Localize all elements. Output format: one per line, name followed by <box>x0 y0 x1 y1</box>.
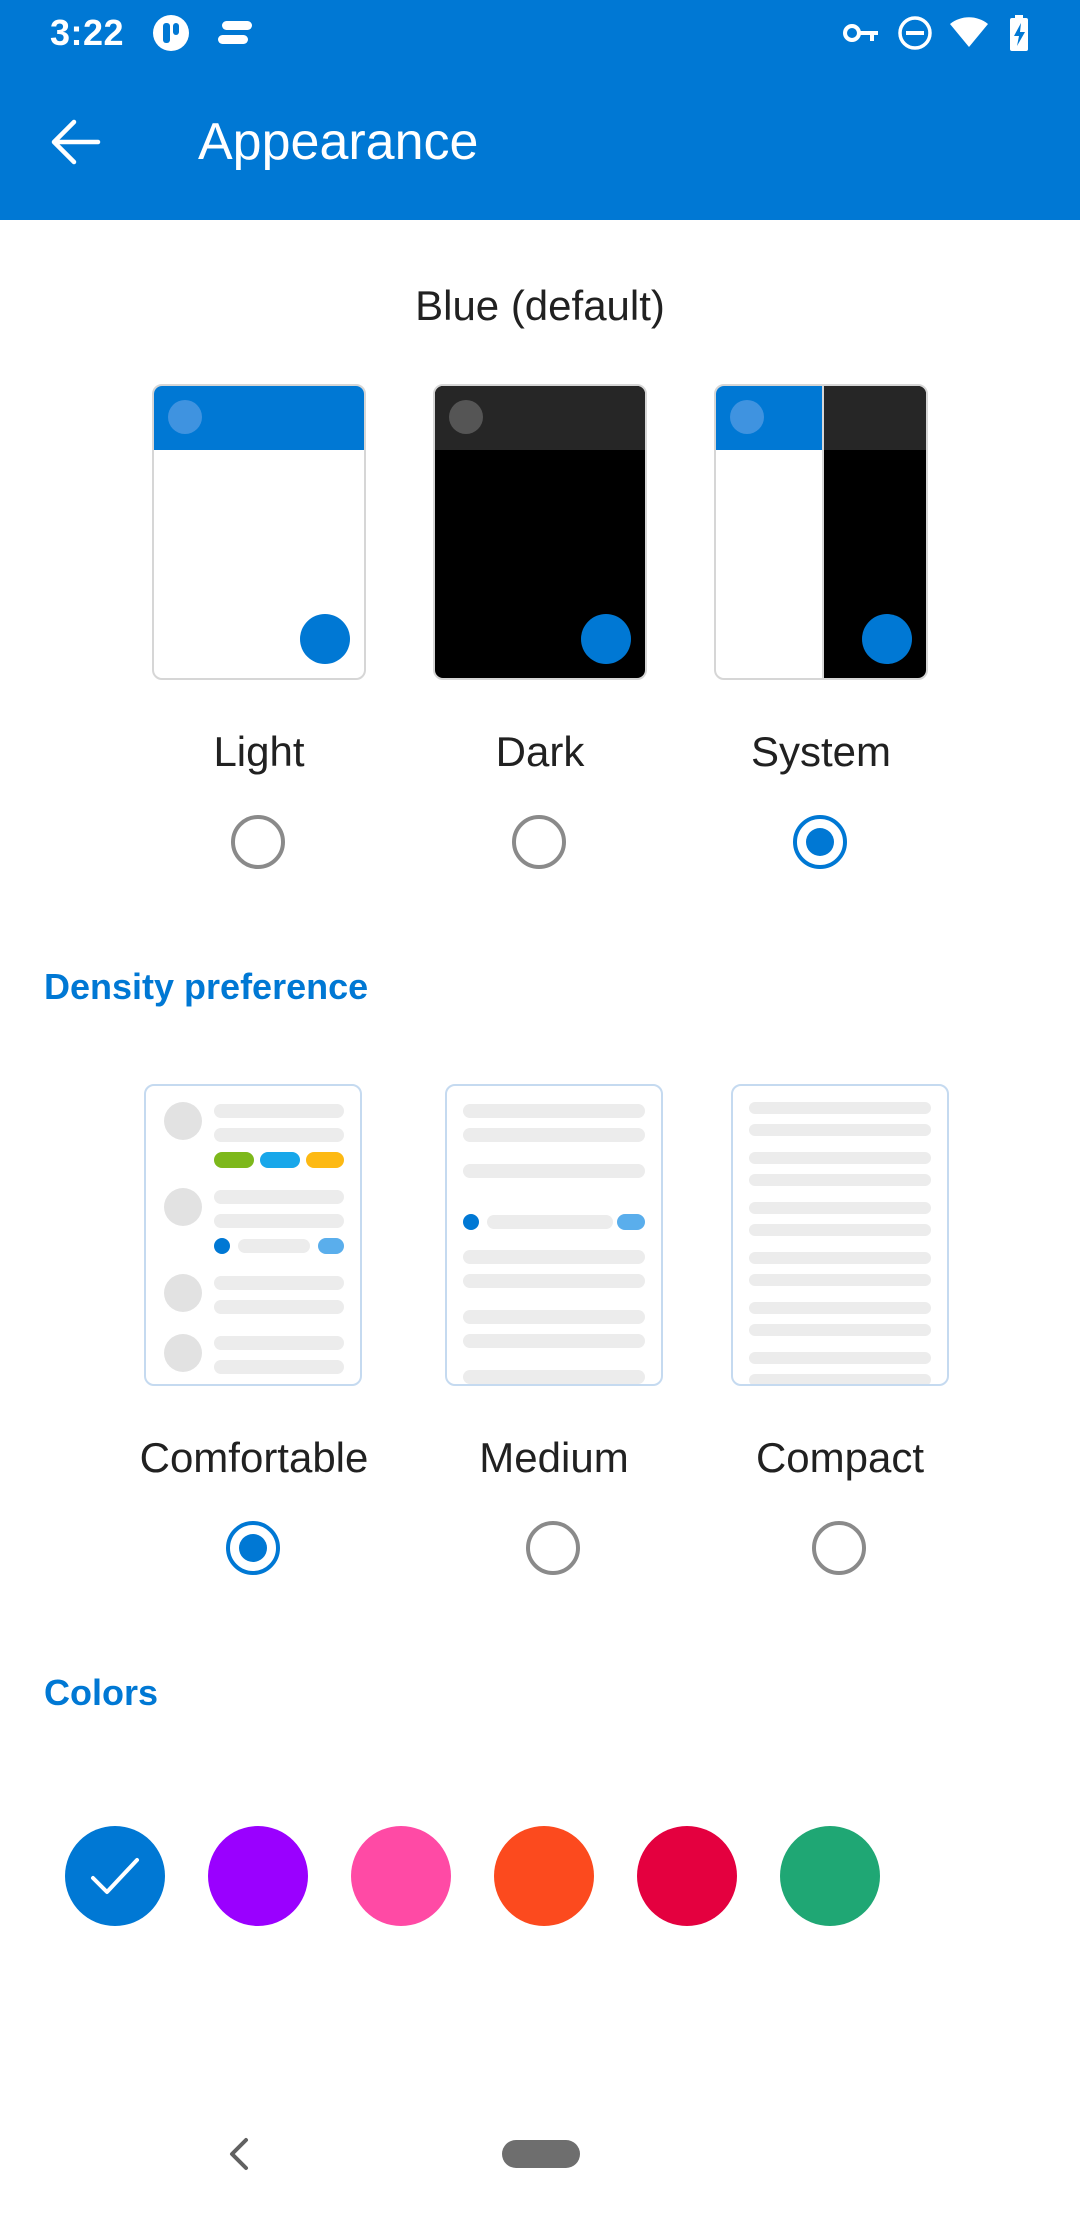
theme-preview-system[interactable] <box>714 384 928 680</box>
home-pill-icon[interactable] <box>502 2140 580 2168</box>
theme-radio-system[interactable] <box>793 815 847 869</box>
theme-label-system: System <box>750 728 892 775</box>
density-preview-compact[interactable] <box>731 1084 949 1386</box>
status-time: 3:22 <box>50 12 125 53</box>
preview-header-dark <box>824 386 926 450</box>
app-notification-icon-2 <box>218 21 252 44</box>
checkmark-icon <box>91 1858 139 1894</box>
app-notification-icon <box>153 15 189 51</box>
theme-title: Blue (default) <box>415 282 665 329</box>
preview-fab <box>300 614 350 664</box>
density-radio-comfortable[interactable] <box>226 1521 280 1575</box>
color-swatch-blue[interactable] <box>65 1826 165 1926</box>
app-header: 3:22 Appearance <box>0 0 1080 220</box>
theme-radio-dark[interactable] <box>512 815 566 869</box>
arrow-left-icon[interactable] <box>46 112 106 172</box>
battery-charging-icon <box>1010 15 1028 51</box>
color-swatch-pink[interactable] <box>351 1826 451 1926</box>
density-radio-compact[interactable] <box>812 1521 866 1575</box>
theme-label-dark: Dark <box>495 728 585 775</box>
preview-fab <box>862 614 912 664</box>
page-title: Appearance <box>198 113 479 171</box>
density-preview-medium[interactable] <box>445 1084 663 1386</box>
preview-fab <box>581 614 631 664</box>
density-label-compact: Compact <box>755 1434 925 1481</box>
vpn-key-icon <box>843 24 878 42</box>
density-radio-medium[interactable] <box>526 1521 580 1575</box>
colors-section-header: Colors <box>44 1672 159 1713</box>
preview-avatar <box>730 400 764 434</box>
wifi-icon <box>950 17 988 47</box>
density-preview-comfortable[interactable] <box>144 1084 362 1386</box>
theme-preview-dark[interactable] <box>433 384 647 680</box>
preview-avatar <box>449 400 483 434</box>
color-swatch-orange[interactable] <box>494 1826 594 1926</box>
density-section-header: Density preference <box>44 966 369 1007</box>
status-bar: 3:22 <box>0 0 1080 66</box>
color-swatch-red[interactable] <box>637 1826 737 1926</box>
color-swatch-green[interactable] <box>780 1826 880 1926</box>
do-not-disturb-icon <box>898 16 932 50</box>
color-swatch-purple[interactable] <box>208 1826 308 1926</box>
density-label-comfortable: Comfortable <box>139 1434 369 1481</box>
preview-avatar <box>168 400 202 434</box>
nav-back-icon[interactable] <box>224 2134 254 2174</box>
theme-label-light: Light <box>213 728 305 775</box>
theme-radio-light[interactable] <box>231 815 285 869</box>
density-label-medium: Medium <box>479 1434 629 1481</box>
theme-preview-light[interactable] <box>152 384 366 680</box>
